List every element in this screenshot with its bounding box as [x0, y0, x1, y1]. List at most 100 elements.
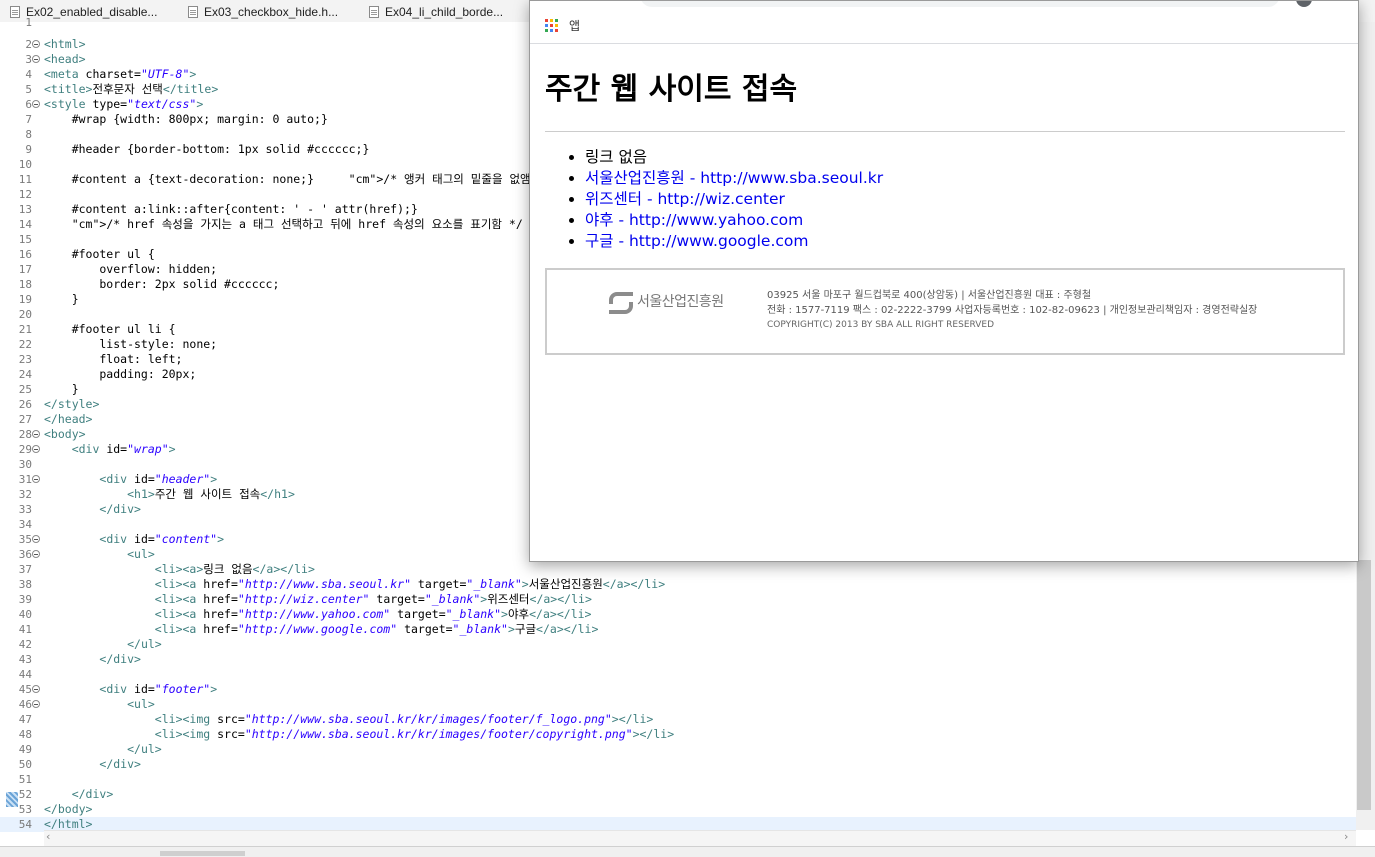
- line-number: 4: [25, 68, 32, 81]
- line-number: 35: [18, 533, 32, 546]
- fold-toggle-icon[interactable]: [32, 40, 40, 48]
- code-line[interactable]: 37 <li><a>링크 없음</a></li>: [0, 562, 1356, 577]
- line-number: 10: [18, 158, 32, 171]
- bottom-scroll-thumb[interactable]: [160, 851, 245, 856]
- line-number: 7: [25, 113, 32, 126]
- header-divider: [545, 131, 1345, 132]
- link-wiz-center[interactable]: 위즈센터 - http://wiz.center: [585, 190, 785, 208]
- line-number: 48: [18, 728, 32, 741]
- code-line[interactable]: 44: [0, 667, 1356, 682]
- line-number: 46: [18, 698, 32, 711]
- code-text: <li><a href="http://www.sba.seoul.kr" ta…: [154, 577, 666, 591]
- address-bar[interactable]: [640, 1, 1280, 7]
- line-number: 15: [18, 233, 32, 246]
- page-title: 주간 웹 사이트 접속: [545, 72, 798, 107]
- code-text: </ul>: [127, 742, 162, 756]
- fold-toggle-icon[interactable]: [32, 100, 40, 108]
- code-text: #header {border-bottom: 1px solid #ccccc…: [44, 142, 370, 156]
- code-line[interactable]: 43 </div>: [0, 652, 1356, 667]
- code-line[interactable]: 40 <li><a href="http://www.yahoo.com" ta…: [0, 607, 1356, 622]
- link-sba[interactable]: 서울산업진흥원 - http://www.sba.seoul.kr: [585, 169, 883, 187]
- list-item: 링크 없음: [585, 147, 883, 168]
- line-number: 50: [18, 758, 32, 771]
- bookmarks-bar: 앱: [530, 13, 1358, 44]
- scroll-left-arrow-icon[interactable]: ‹: [46, 830, 50, 843]
- code-text: list-style: none;: [44, 337, 218, 351]
- line-number: 28: [18, 428, 32, 441]
- code-line[interactable]: 52 </div>: [0, 787, 1356, 802]
- list-item: 위즈센터 - http://wiz.center: [585, 189, 883, 210]
- code-line[interactable]: 45 <div id="footer">: [0, 682, 1356, 697]
- fold-toggle-icon[interactable]: [32, 475, 40, 483]
- scroll-right-arrow-icon[interactable]: ›: [1344, 830, 1348, 843]
- code-line[interactable]: 46 <ul>: [0, 697, 1356, 712]
- code-text: </div>: [99, 757, 141, 771]
- fold-toggle-icon[interactable]: [32, 445, 40, 453]
- apps-grid-icon[interactable]: [545, 19, 558, 32]
- apps-bookmark-label[interactable]: 앱: [569, 17, 580, 34]
- footer-box: 서울산업진흥원 03925 서울 마포구 월드컵북로 400(상암동) | 서울…: [545, 268, 1345, 355]
- code-text: <title>전후문자 선택</title>: [44, 82, 219, 96]
- fold-toggle-icon[interactable]: [32, 685, 40, 693]
- line-number: 29: [18, 443, 32, 456]
- code-line[interactable]: 38 <li><a href="http://www.sba.seoul.kr"…: [0, 577, 1356, 592]
- code-text: <body>: [44, 427, 86, 441]
- code-text: }: [44, 382, 79, 396]
- line-number: 20: [18, 308, 32, 321]
- code-text: <div id="wrap">: [71, 442, 176, 456]
- line-number: 18: [18, 278, 32, 291]
- line-number: 23: [18, 353, 32, 366]
- fold-toggle-icon[interactable]: [32, 550, 40, 558]
- code-line[interactable]: 53 </body>: [0, 802, 1356, 817]
- code-line[interactable]: 50 </div>: [0, 757, 1356, 772]
- code-text: <li><a>링크 없음</a></li>: [154, 562, 315, 576]
- editor-vertical-scroll-thumb[interactable]: [1357, 560, 1371, 810]
- code-text: </head>: [44, 412, 93, 426]
- code-text: </style>: [44, 397, 100, 411]
- code-line[interactable]: 48 <li><img src="http://www.sba.seoul.kr…: [0, 727, 1356, 742]
- fold-toggle-icon[interactable]: [32, 55, 40, 63]
- code-text: <li><a href="http://www.google.com" targ…: [154, 622, 599, 636]
- code-text: </div>: [99, 652, 141, 666]
- editor-horizontal-scrollbar[interactable]: [44, 830, 1356, 846]
- code-text: <div id="content">: [99, 532, 225, 546]
- fold-toggle-icon[interactable]: [32, 700, 40, 708]
- link-yahoo[interactable]: 야후 - http://www.yahoo.com: [585, 211, 803, 229]
- footer-contact: 전화 : 1577-7119 팩스 : 02-2222-3799 사업자등록번호…: [767, 305, 1258, 316]
- code-line[interactable]: 41 <li><a href="http://www.google.com" t…: [0, 622, 1356, 637]
- code-line[interactable]: 42 </ul>: [0, 637, 1356, 652]
- list-item: 구글 - http://www.google.com: [585, 231, 883, 252]
- code-line[interactable]: 49 </ul>: [0, 742, 1356, 757]
- code-text: <li><img src="http://www.sba.seoul.kr/kr…: [154, 712, 654, 726]
- code-text: <head>: [44, 52, 86, 66]
- profile-icon[interactable]: [1296, 1, 1312, 7]
- code-text: <div id="footer">: [99, 682, 218, 696]
- link-no-href: 링크 없음: [585, 148, 647, 166]
- fold-toggle-icon[interactable]: [32, 535, 40, 543]
- line-number: 13: [18, 203, 32, 216]
- code-text: <h1>주간 웹 사이트 접속</h1>: [127, 487, 295, 501]
- code-text: #footer ul {: [44, 247, 155, 261]
- code-text: #content a:link::after{content: ' - ' at…: [44, 202, 418, 216]
- line-number: 36: [18, 548, 32, 561]
- footer-logo: 서울산업진흥원: [607, 290, 724, 314]
- line-number: 3: [25, 53, 32, 66]
- link-google[interactable]: 구글 - http://www.google.com: [585, 232, 809, 250]
- code-text: padding: 20px;: [44, 367, 197, 381]
- line-number: 19: [18, 293, 32, 306]
- code-text: <ul>: [127, 547, 155, 561]
- code-line[interactable]: 39 <li><a href="http://wiz.center" targe…: [0, 592, 1356, 607]
- footer-logo-text: 서울산업진흥원: [637, 294, 724, 310]
- link-list: 링크 없음 서울산업진흥원 - http://www.sba.seoul.kr …: [545, 147, 883, 252]
- code-line[interactable]: 47 <li><img src="http://www.sba.seoul.kr…: [0, 712, 1356, 727]
- code-line[interactable]: 51: [0, 772, 1356, 787]
- footer-address: 03925 서울 마포구 월드컵북로 400(상암동) | 서울산업진흥원 대표…: [767, 290, 1092, 301]
- fold-toggle-icon[interactable]: [32, 430, 40, 438]
- line-number: 54: [18, 818, 32, 831]
- code-text: <div id="header">: [99, 472, 218, 486]
- code-text: <html>: [44, 37, 86, 51]
- line-number: 12: [18, 188, 32, 201]
- line-number: 9: [25, 143, 32, 156]
- code-text: #footer ul li {: [44, 322, 176, 336]
- code-text: <meta charset="UTF-8">: [44, 67, 197, 81]
